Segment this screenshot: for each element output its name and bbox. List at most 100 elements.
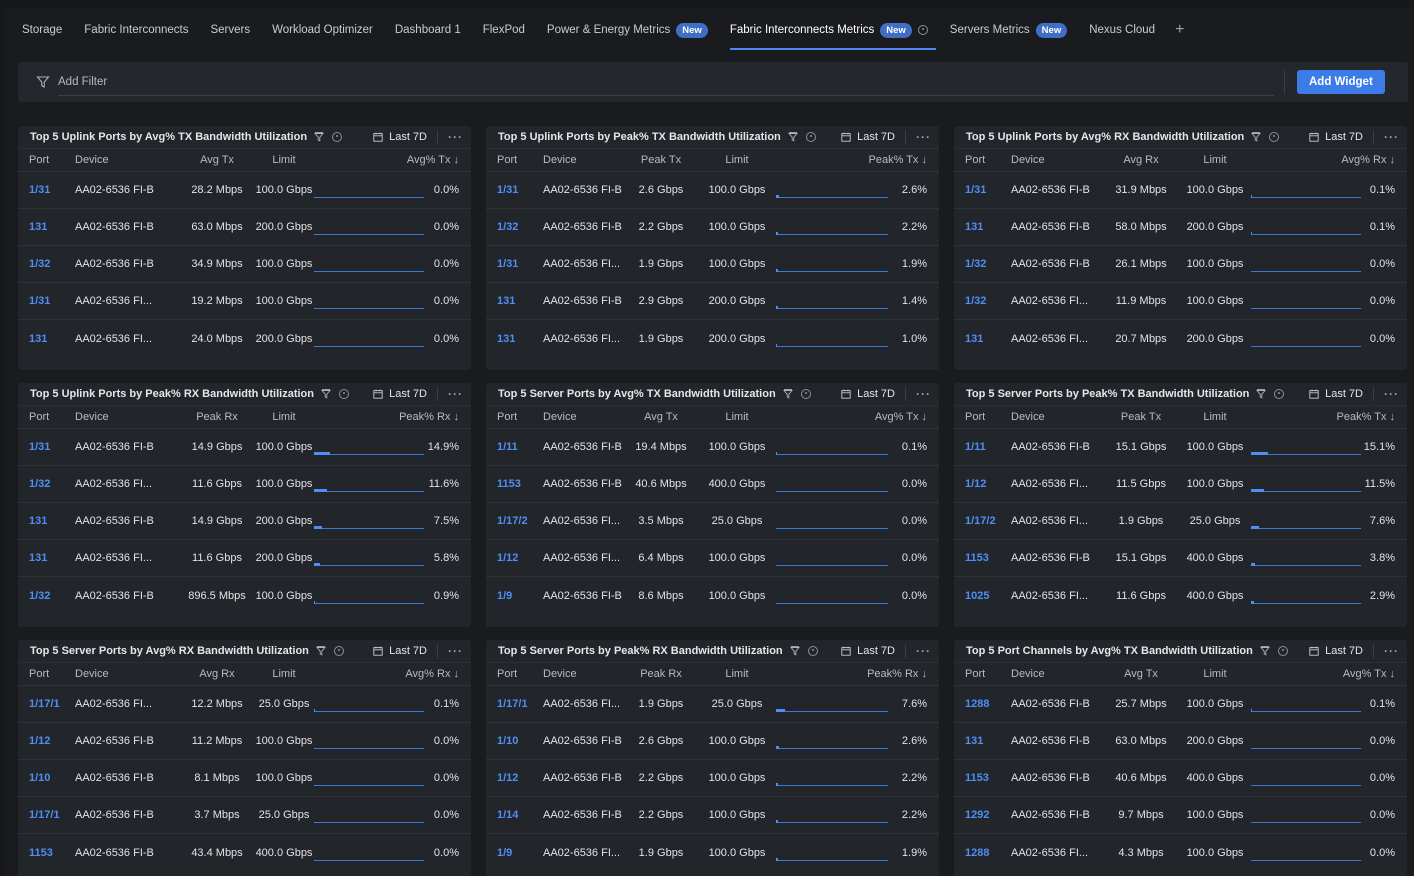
port-link[interactable]: 1153 xyxy=(965,552,989,564)
port-link[interactable]: 1/12 xyxy=(29,735,50,747)
port-link[interactable]: 1/32 xyxy=(29,478,50,490)
port-link[interactable]: 1/31 xyxy=(497,258,518,270)
info-icon[interactable] xyxy=(1277,646,1288,656)
tab-dashboard-1[interactable]: Dashboard 1 xyxy=(387,8,469,52)
info-icon[interactable] xyxy=(800,389,811,399)
port-link[interactable]: 1/11 xyxy=(965,441,986,453)
port-link[interactable]: 1292 xyxy=(965,809,989,821)
tab-power-energy-metrics[interactable]: Power & Energy Metrics New xyxy=(539,8,716,52)
port-link[interactable]: 1/10 xyxy=(497,735,518,747)
port-link[interactable]: 1/32 xyxy=(29,258,50,270)
filter-icon[interactable] xyxy=(789,646,800,656)
time-range-selector[interactable]: Last 7D xyxy=(857,131,895,143)
port-link[interactable]: 131 xyxy=(29,515,47,527)
more-options-icon[interactable]: ··· xyxy=(916,387,931,401)
port-link[interactable]: 1/12 xyxy=(497,552,518,564)
more-options-icon[interactable]: ··· xyxy=(1384,130,1399,144)
tab-fabric-interconnects[interactable]: Fabric Interconnects xyxy=(76,8,196,52)
tab-servers[interactable]: Servers xyxy=(202,8,258,52)
column-percent-sort[interactable]: Peak% Rx ↓ xyxy=(399,411,459,423)
port-link[interactable]: 131 xyxy=(497,333,515,345)
filter-icon[interactable] xyxy=(782,389,793,399)
info-icon[interactable] xyxy=(917,25,928,35)
column-percent-sort[interactable]: Avg% Rx ↓ xyxy=(405,668,459,680)
port-link[interactable]: 1/17/1 xyxy=(29,698,60,710)
more-options-icon[interactable]: ··· xyxy=(916,130,931,144)
more-options-icon[interactable]: ··· xyxy=(916,644,931,658)
port-link[interactable]: 1/17/1 xyxy=(497,698,528,710)
column-percent-sort[interactable]: Avg% Tx ↓ xyxy=(1343,668,1395,680)
filter-icon[interactable] xyxy=(1256,389,1267,399)
filter-icon[interactable] xyxy=(1251,132,1262,142)
tab-fabric-interconnects-metrics[interactable]: Fabric Interconnects Metrics New xyxy=(722,8,936,52)
info-icon[interactable] xyxy=(805,132,816,142)
port-link[interactable]: 1/12 xyxy=(497,772,518,784)
port-link[interactable]: 1/9 xyxy=(497,847,512,859)
filter-icon[interactable] xyxy=(1259,646,1270,656)
time-range-selector[interactable]: Last 7D xyxy=(1325,131,1363,143)
port-link[interactable]: 1/10 xyxy=(29,772,50,784)
port-link[interactable]: 1/31 xyxy=(29,184,50,196)
more-options-icon[interactable]: ··· xyxy=(448,130,463,144)
info-icon[interactable] xyxy=(1269,132,1280,142)
tab-nexus-cloud[interactable]: Nexus Cloud xyxy=(1081,8,1163,52)
port-link[interactable]: 1/17/1 xyxy=(29,809,60,821)
port-link[interactable]: 1/31 xyxy=(29,441,50,453)
filter-icon[interactable] xyxy=(315,646,326,656)
port-link[interactable]: 1/32 xyxy=(29,590,50,602)
info-icon[interactable] xyxy=(339,389,349,399)
port-link[interactable]: 1025 xyxy=(965,590,989,602)
port-link[interactable]: 131 xyxy=(965,735,983,747)
port-link[interactable]: 1/32 xyxy=(965,258,986,270)
time-range-selector[interactable]: Last 7D xyxy=(857,645,895,657)
port-link[interactable]: 1/11 xyxy=(497,441,518,453)
port-link[interactable]: 1/31 xyxy=(497,184,518,196)
port-link[interactable]: 1153 xyxy=(29,847,53,859)
more-options-icon[interactable]: ··· xyxy=(1384,387,1399,401)
port-link[interactable]: 131 xyxy=(29,221,47,233)
port-link[interactable]: 1/32 xyxy=(497,221,518,233)
filter-icon[interactable] xyxy=(787,132,798,142)
info-icon[interactable] xyxy=(807,646,818,656)
filter-icon[interactable] xyxy=(321,389,331,399)
time-range-selector[interactable]: Last 7D xyxy=(389,388,427,400)
column-percent-sort[interactable]: Avg% Rx ↓ xyxy=(1341,154,1395,166)
port-link[interactable]: 1/17/2 xyxy=(497,515,528,527)
port-link[interactable]: 1153 xyxy=(965,772,989,784)
tab-servers-metrics[interactable]: Servers Metrics New xyxy=(942,8,1075,52)
column-percent-sort[interactable]: Avg% Tx ↓ xyxy=(875,411,927,423)
column-percent-sort[interactable]: Peak% Rx ↓ xyxy=(867,668,927,680)
port-link[interactable]: 1/12 xyxy=(965,478,986,490)
time-range-selector[interactable]: Last 7D xyxy=(389,645,427,657)
port-link[interactable]: 1/14 xyxy=(497,809,518,821)
info-icon[interactable] xyxy=(332,132,343,142)
port-link[interactable]: 1/17/2 xyxy=(965,515,996,527)
add-filter-input[interactable] xyxy=(58,68,1274,96)
more-options-icon[interactable]: ··· xyxy=(448,644,463,658)
port-link[interactable]: 131 xyxy=(965,221,983,233)
port-link[interactable]: 1153 xyxy=(497,478,521,490)
add-tab-icon[interactable]: + xyxy=(1169,21,1190,39)
column-percent-sort[interactable]: Peak% Tx ↓ xyxy=(869,154,928,166)
port-link[interactable]: 1/31 xyxy=(965,184,986,196)
info-icon[interactable] xyxy=(333,646,344,656)
column-percent-sort[interactable]: Peak% Tx ↓ xyxy=(1337,411,1396,423)
port-link[interactable]: 1288 xyxy=(965,698,989,710)
time-range-selector[interactable]: Last 7D xyxy=(1325,388,1363,400)
port-link[interactable]: 131 xyxy=(497,295,515,307)
port-link[interactable]: 131 xyxy=(965,333,983,345)
port-link[interactable]: 131 xyxy=(29,552,47,564)
time-range-selector[interactable]: Last 7D xyxy=(1325,645,1363,657)
port-link[interactable]: 131 xyxy=(29,333,47,345)
port-link[interactable]: 1/9 xyxy=(497,590,512,602)
tab-storage[interactable]: Storage xyxy=(14,8,70,52)
tab-workload-optimizer[interactable]: Workload Optimizer xyxy=(264,8,381,52)
port-link[interactable]: 1/31 xyxy=(29,295,50,307)
add-widget-button[interactable]: Add Widget xyxy=(1297,70,1385,94)
port-link[interactable]: 1288 xyxy=(965,847,989,859)
filter-icon[interactable] xyxy=(314,132,325,142)
time-range-selector[interactable]: Last 7D xyxy=(389,131,427,143)
more-options-icon[interactable]: ··· xyxy=(1384,644,1399,658)
column-percent-sort[interactable]: Avg% Tx ↓ xyxy=(407,154,459,166)
port-link[interactable]: 1/32 xyxy=(965,295,986,307)
